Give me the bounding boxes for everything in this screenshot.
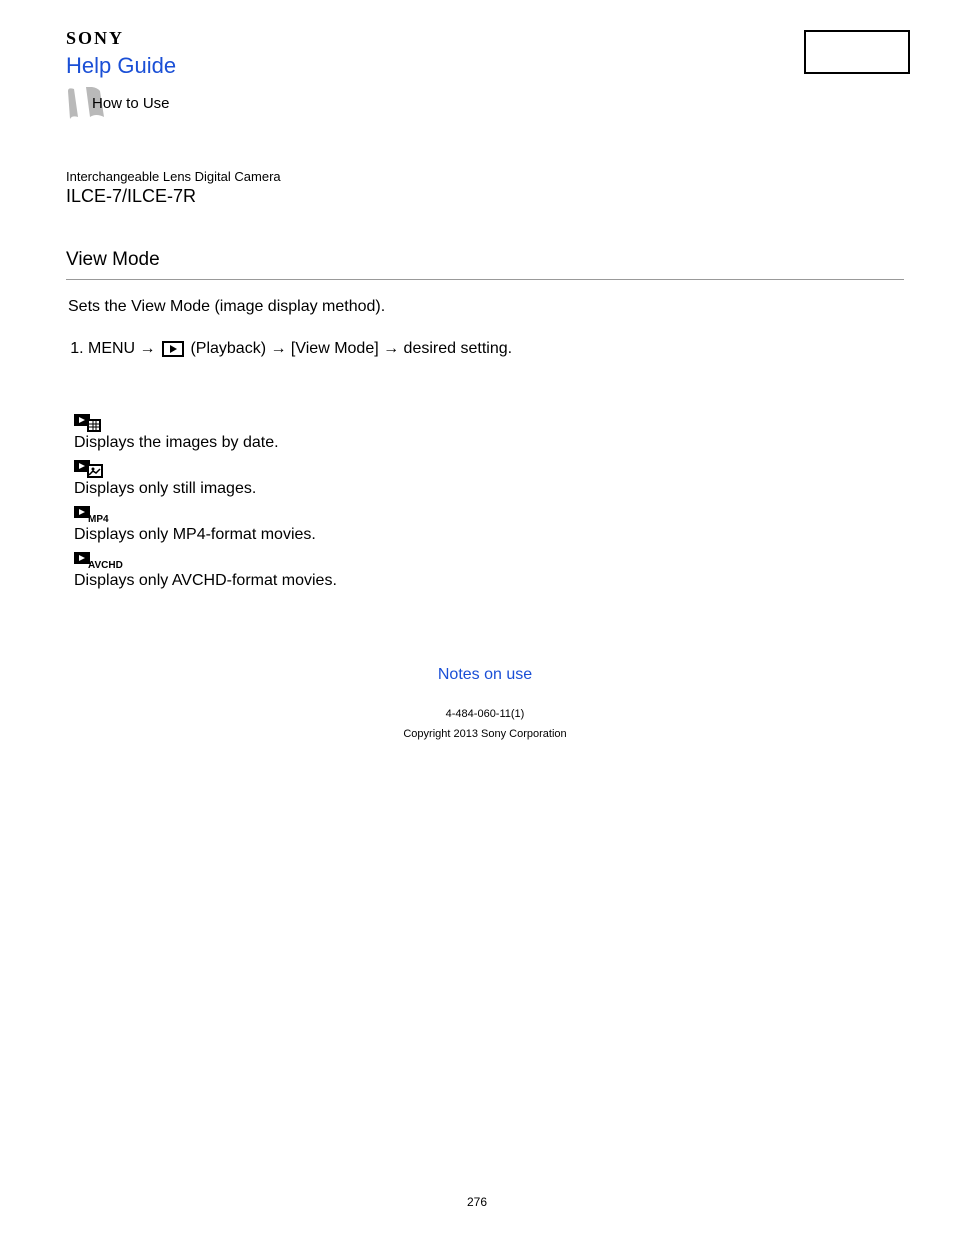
print-box[interactable] bbox=[804, 30, 910, 74]
how-to-use-block: How to Use bbox=[66, 87, 904, 121]
how-to-use-label: How to Use bbox=[92, 95, 170, 112]
copyright: Copyright 2013 Sony Corporation bbox=[66, 728, 904, 740]
notes-on-use-link[interactable]: Notes on use bbox=[438, 666, 532, 683]
mp4-view-icon: MP4 bbox=[74, 506, 114, 524]
page-number: 276 bbox=[0, 1195, 954, 1209]
svg-text:AVCHD: AVCHD bbox=[88, 560, 123, 570]
document-number: 4-484-060-11(1) bbox=[66, 708, 904, 720]
product-model: ILCE-7/ILCE-7R bbox=[66, 186, 904, 207]
intro-text: Sets the View Mode (image display method… bbox=[68, 298, 904, 316]
date-view-desc: Displays the images by date. bbox=[74, 434, 904, 452]
avchd-view-desc: Displays only AVCHD-format movies. bbox=[74, 572, 904, 590]
still-view-desc: Displays only still images. bbox=[74, 480, 904, 498]
page-title: View Mode bbox=[66, 249, 904, 271]
mp4-view-desc: Displays only MP4-format movies. bbox=[74, 526, 904, 544]
step-pre: MENU → bbox=[88, 340, 160, 357]
modes-block: Displays the images by date. Displays on… bbox=[74, 414, 904, 590]
svg-text:MP4: MP4 bbox=[88, 514, 109, 524]
step-post: (Playback) → [View Mode] → desired setti… bbox=[186, 340, 512, 357]
footer: Notes on use 4-484-060-11(1) Copyright 2… bbox=[66, 666, 904, 740]
date-view-icon bbox=[74, 414, 102, 432]
steps-list: MENU → (Playback) → [View Mode] → desire… bbox=[88, 340, 904, 358]
still-view-icon bbox=[74, 460, 104, 478]
brand-logo: SONY bbox=[66, 28, 904, 49]
avchd-view-icon: AVCHD bbox=[74, 552, 134, 570]
help-guide-link[interactable]: Help Guide bbox=[66, 53, 176, 79]
product-subtitle: Interchangeable Lens Digital Camera bbox=[66, 169, 904, 184]
divider bbox=[66, 279, 904, 280]
step-1: MENU → (Playback) → [View Mode] → desire… bbox=[88, 340, 904, 358]
playback-icon bbox=[162, 341, 184, 357]
